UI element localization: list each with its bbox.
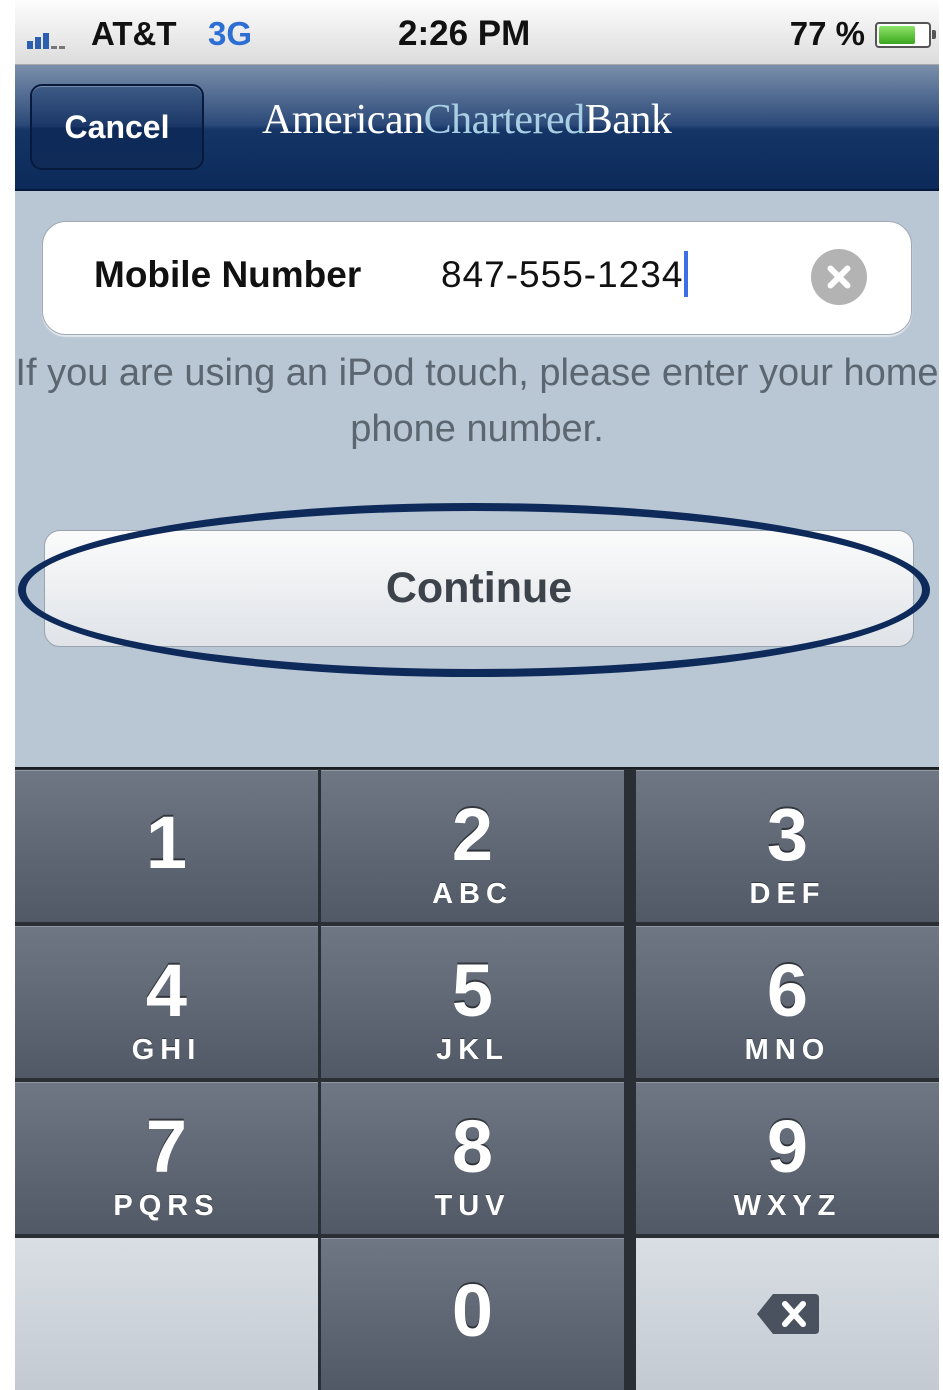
continue-button[interactable]: Continue bbox=[44, 530, 914, 647]
helper-text: If you are using an iPod touch, please e… bbox=[15, 352, 939, 450]
key-digit: 5 bbox=[451, 949, 494, 1032]
key-digit: 0 bbox=[451, 1269, 494, 1352]
key-digit: 8 bbox=[451, 1105, 494, 1188]
status-time: 2:26 PM bbox=[398, 14, 531, 53]
key-3[interactable]: 3 DEF bbox=[636, 770, 939, 922]
key-digit: 7 bbox=[145, 1105, 188, 1188]
key-5[interactable]: 5 JKL bbox=[321, 926, 624, 1078]
brand-word-3: Bank bbox=[584, 97, 672, 143]
key-letters: MNO bbox=[744, 1034, 831, 1066]
navigation-bar: Cancel AmericanCharteredBank bbox=[15, 65, 939, 191]
backspace-icon bbox=[757, 1294, 819, 1334]
key-8[interactable]: 8 TUV bbox=[321, 1082, 624, 1234]
network-type: 3G bbox=[208, 15, 253, 52]
key-blank bbox=[15, 1238, 318, 1390]
brand-word-2: Chartered bbox=[423, 97, 586, 143]
key-letters: ABC bbox=[432, 878, 513, 910]
key-2[interactable]: 2 ABC bbox=[321, 770, 624, 922]
battery-tip bbox=[932, 30, 936, 39]
key-letters: DEF bbox=[749, 878, 826, 910]
brand-word-1: American bbox=[262, 97, 424, 143]
key-4[interactable]: 4 GHI bbox=[15, 926, 318, 1078]
key-1[interactable]: 1 bbox=[15, 770, 318, 922]
key-9[interactable]: 9 WXYZ bbox=[636, 1082, 939, 1234]
mobile-number-value: 847-555-1234 bbox=[441, 254, 684, 295]
key-0[interactable]: 0 bbox=[321, 1238, 624, 1390]
delete-key[interactable] bbox=[636, 1238, 939, 1390]
bank-logo-title: AmericanCharteredBank bbox=[262, 96, 672, 144]
battery-fill bbox=[879, 26, 916, 44]
battery-icon bbox=[875, 22, 936, 48]
key-6[interactable]: 6 MNO bbox=[636, 926, 939, 1078]
cancel-button[interactable]: Cancel bbox=[30, 84, 204, 170]
key-digit: 3 bbox=[766, 793, 809, 876]
mobile-number-label: Mobile Number bbox=[94, 254, 362, 295]
key-letters: TUV bbox=[434, 1190, 511, 1222]
mobile-number-field[interactable]: Mobile Number 847-555-1234 bbox=[42, 221, 912, 335]
status-bar: AT&T 3G 2:26 PM 77 % bbox=[15, 0, 939, 65]
key-digit: 6 bbox=[766, 949, 809, 1032]
key-7[interactable]: 7 PQRS bbox=[15, 1082, 318, 1234]
key-digit: 4 bbox=[145, 949, 188, 1032]
key-digit: 1 bbox=[145, 801, 188, 884]
key-digit: 2 bbox=[451, 793, 494, 876]
phone-screen: AT&T 3G 2:26 PM 77 % Cancel AmericanChar… bbox=[15, 0, 939, 1390]
carrier-name: AT&T bbox=[91, 15, 177, 52]
key-letters: JKL bbox=[436, 1034, 509, 1066]
signal-strength-icon bbox=[27, 19, 87, 49]
key-letters: WXYZ bbox=[733, 1190, 842, 1222]
numeric-keypad: 1 2 ABC 3 DEF 4 GHI 5 JKL 6 MNO 7 PQRS 8… bbox=[15, 767, 939, 1390]
key-digit: 9 bbox=[766, 1105, 809, 1188]
key-letters: GHI bbox=[131, 1034, 202, 1066]
key-letters: PQRS bbox=[113, 1190, 220, 1222]
battery-percent: 77 % bbox=[789, 15, 865, 52]
text-cursor bbox=[684, 251, 689, 298]
mobile-number-input[interactable]: 847-555-1234 bbox=[441, 251, 689, 298]
clear-text-icon[interactable] bbox=[811, 249, 867, 305]
